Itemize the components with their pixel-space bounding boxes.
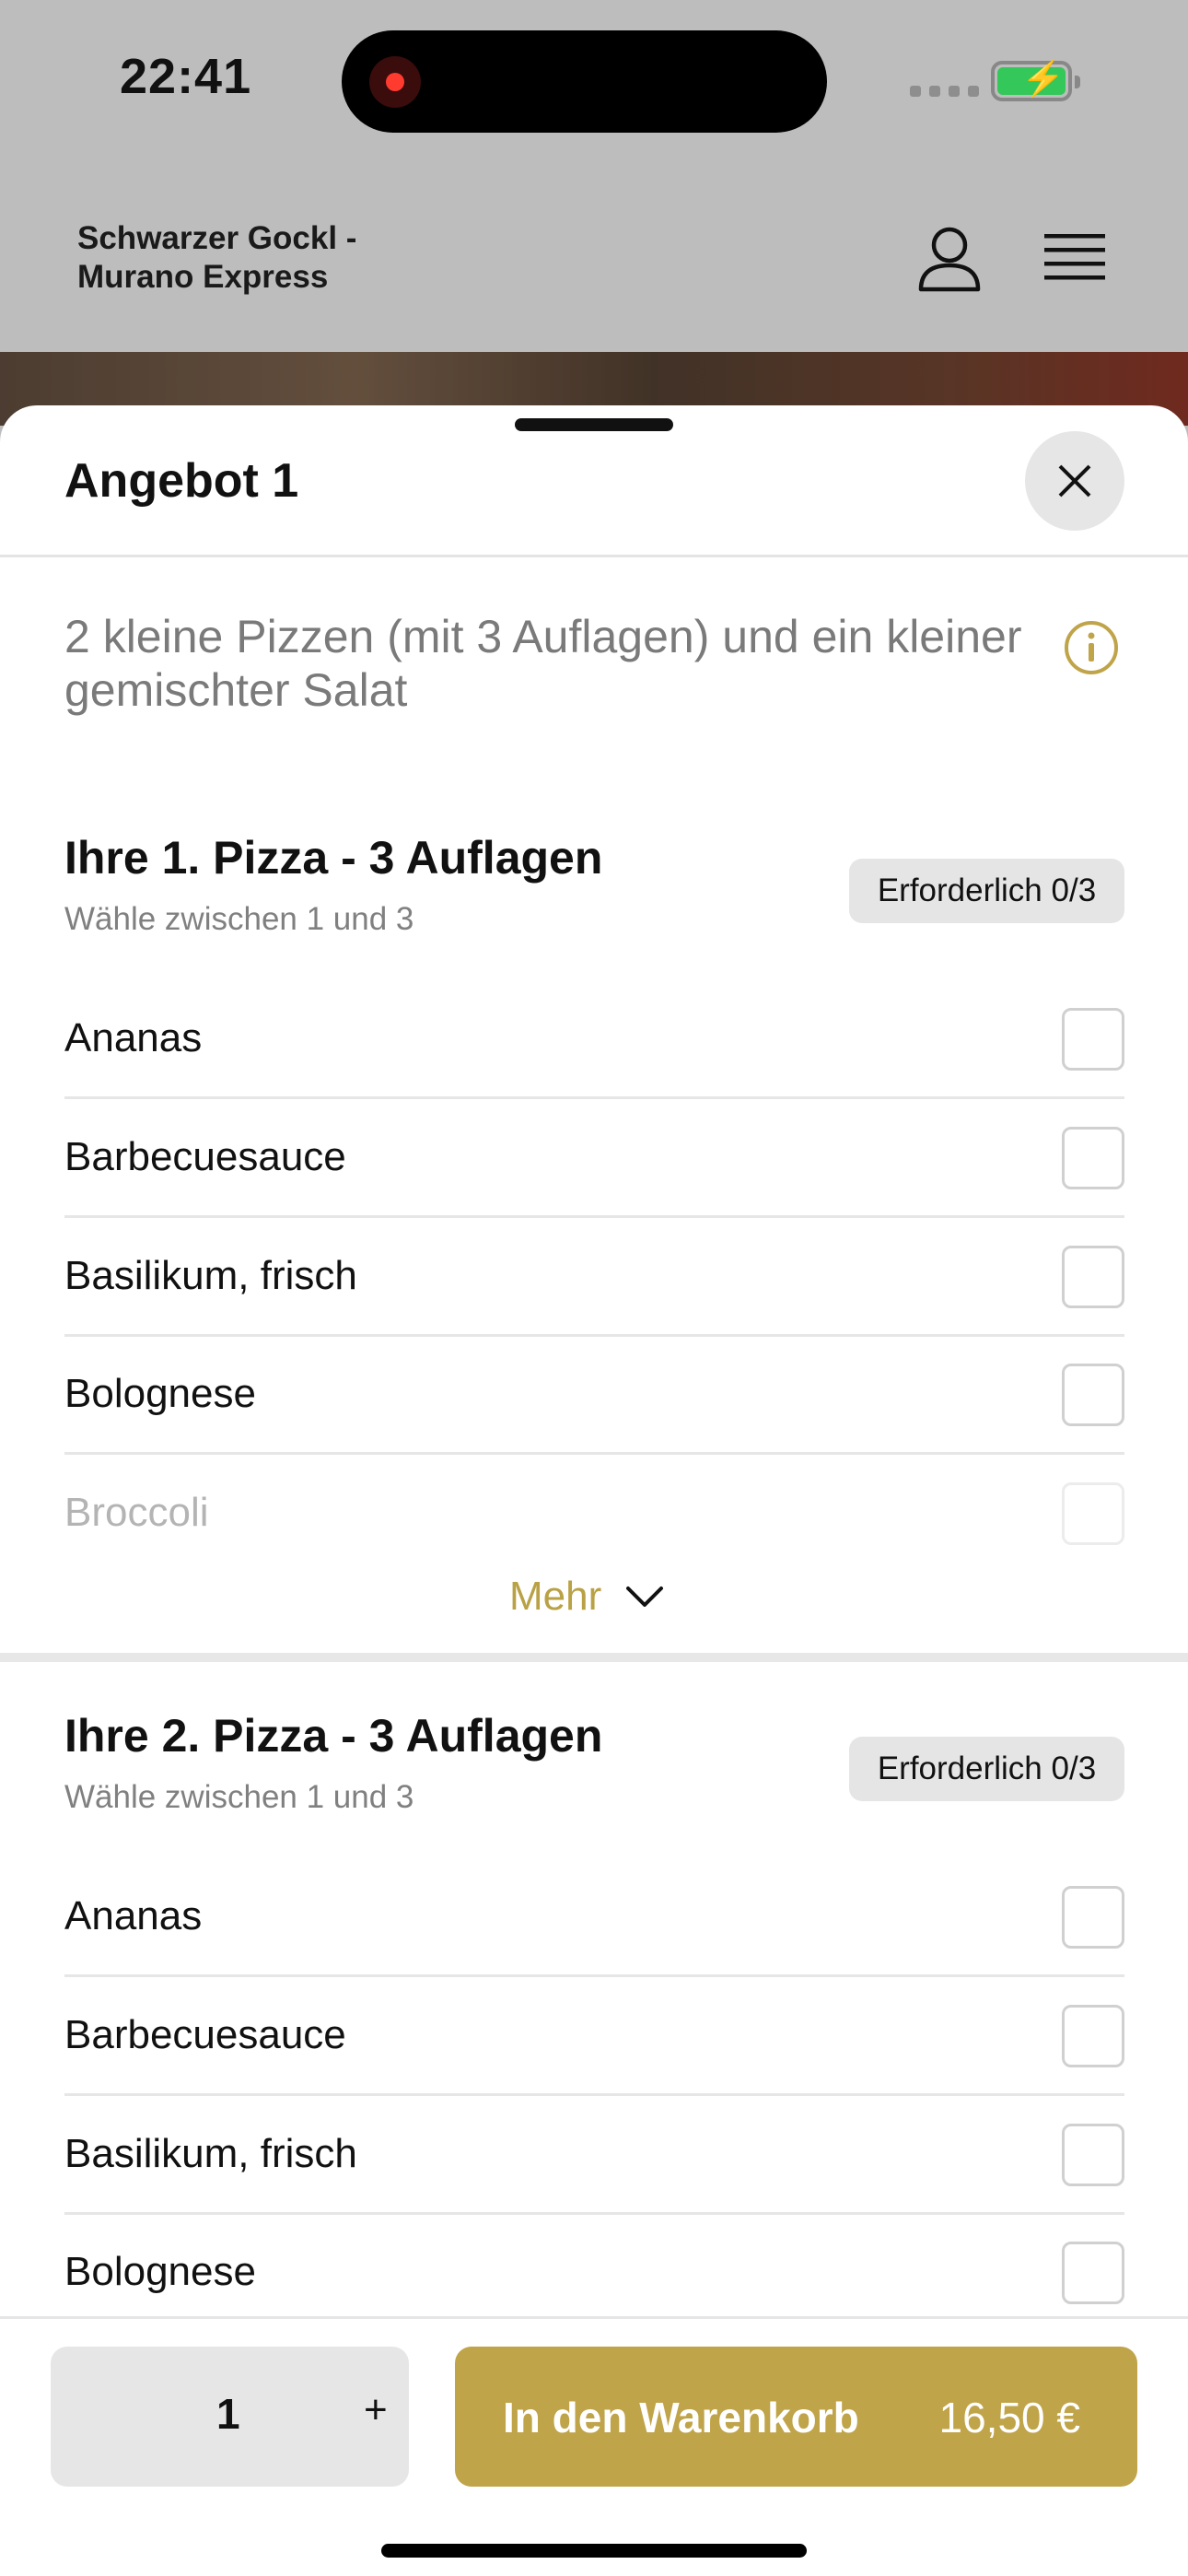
restaurant-name[interactable]: Schwarzer Gockl - Murano Express <box>77 219 446 297</box>
option-label: Basilikum, frisch <box>64 1253 357 1298</box>
option-row[interactable]: Barbecuesauce <box>64 1099 1124 1218</box>
option-checkbox[interactable] <box>1062 1886 1124 1949</box>
required-badge: Erforderlich 0/3 <box>849 1737 1124 1801</box>
product-description: 2 kleine Pizzen (mit 3 Auflagen) und ein… <box>64 611 1022 716</box>
show-more-label: Mehr <box>509 1574 602 1619</box>
option-label: Basilikum, frisch <box>64 2131 357 2176</box>
option-checkbox[interactable] <box>1062 2005 1124 2067</box>
price-label: 16,50 € <box>938 2394 1080 2441</box>
add-to-cart-label: In den Warenkorb <box>503 2394 859 2441</box>
checkout-bar: 1 + In den Warenkorb 16,50 € <box>0 2316 1188 2576</box>
sheet-grabber[interactable] <box>515 418 673 431</box>
product-options-sheet: Angebot 1 2 kleine Pizzen (mit 3 Auflage… <box>0 405 1188 2576</box>
header-divider <box>0 555 1188 557</box>
option-row[interactable]: Basilikum, frisch <box>64 2096 1124 2215</box>
option-checkbox[interactable] <box>1062 1364 1124 1426</box>
sheet-title: Angebot 1 <box>64 454 299 508</box>
option-label: Broccoli <box>64 1490 209 1535</box>
add-to-cart-button[interactable]: In den Warenkorb 16,50 € <box>455 2347 1137 2487</box>
option-row[interactable]: Bolognese <box>64 1336 1124 1455</box>
option-label: Barbecuesauce <box>64 2012 346 2057</box>
hamburger-menu-icon[interactable] <box>1044 232 1105 284</box>
option-label: Ananas <box>64 1015 203 1060</box>
show-more-button[interactable]: Mehr <box>509 1574 664 1620</box>
status-time: 22:41 <box>120 49 252 104</box>
option-row[interactable]: Ananas <box>64 980 1124 1099</box>
option-label: Barbecuesauce <box>64 1134 346 1179</box>
dynamic-island <box>342 30 827 133</box>
option-row[interactable]: Basilikum, frisch <box>64 1218 1124 1337</box>
option-label: Bolognese <box>64 1371 256 1416</box>
option-checkbox[interactable] <box>1062 1482 1124 1545</box>
option-row[interactable]: Ananas <box>64 1858 1124 1977</box>
group-title: Ihre 1. Pizza - 3 Auflagen <box>64 832 603 884</box>
option-checkbox[interactable] <box>1062 2242 1124 2304</box>
section-divider <box>0 1653 1188 1662</box>
group-title: Ihre 2. Pizza - 3 Auflagen <box>64 1710 603 1762</box>
recording-indicator-icon <box>369 56 421 108</box>
quantity-stepper: 1 + <box>51 2347 409 2487</box>
close-icon <box>1058 464 1091 498</box>
group-subtitle: Wähle zwischen 1 und 3 <box>64 901 414 937</box>
increment-button[interactable]: + <box>364 2387 388 2433</box>
option-checkbox[interactable] <box>1062 1246 1124 1308</box>
home-indicator[interactable] <box>381 2544 807 2558</box>
quantity-value: 1 <box>216 2390 240 2438</box>
option-row[interactable]: Bolognese <box>64 2214 1124 2333</box>
option-checkbox[interactable] <box>1062 1008 1124 1071</box>
option-row[interactable]: Broccoli <box>64 1455 1124 1574</box>
required-badge: Erforderlich 0/3 <box>849 859 1124 923</box>
option-label: Ananas <box>64 1893 203 1938</box>
option-checkbox[interactable] <box>1062 2124 1124 2186</box>
option-row[interactable]: Barbecuesauce <box>64 1977 1124 2096</box>
info-icon[interactable] <box>1063 619 1120 676</box>
user-account-icon[interactable] <box>917 225 982 293</box>
group-subtitle: Wähle zwischen 1 und 3 <box>64 1779 414 1815</box>
close-button[interactable] <box>1025 431 1124 531</box>
option-checkbox[interactable] <box>1062 1127 1124 1189</box>
chevron-down-icon <box>626 1587 664 1607</box>
option-label: Bolognese <box>64 2249 256 2294</box>
battery-icon: ⚡ <box>991 61 1080 101</box>
status-bar: 22:41 ⚡ <box>0 0 1188 166</box>
cellular-signal-icon <box>910 86 979 97</box>
